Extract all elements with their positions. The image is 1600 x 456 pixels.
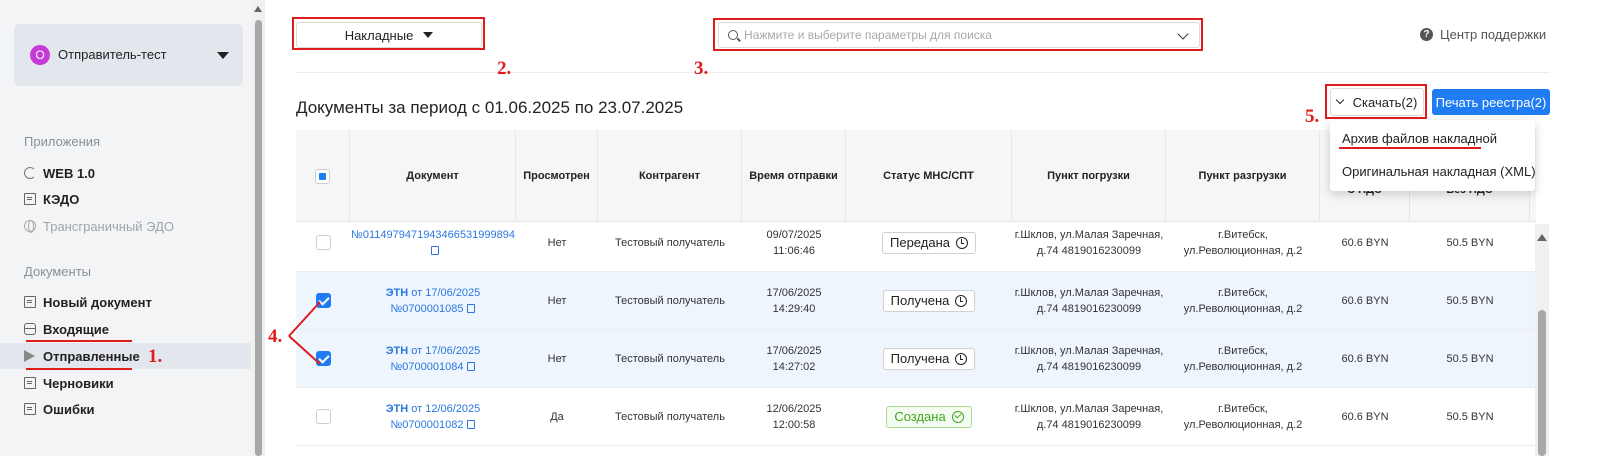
annotation-arrow-lower (288, 335, 321, 365)
annotation-arrows (288, 301, 321, 365)
annotation-arrow-upper (288, 301, 321, 337)
